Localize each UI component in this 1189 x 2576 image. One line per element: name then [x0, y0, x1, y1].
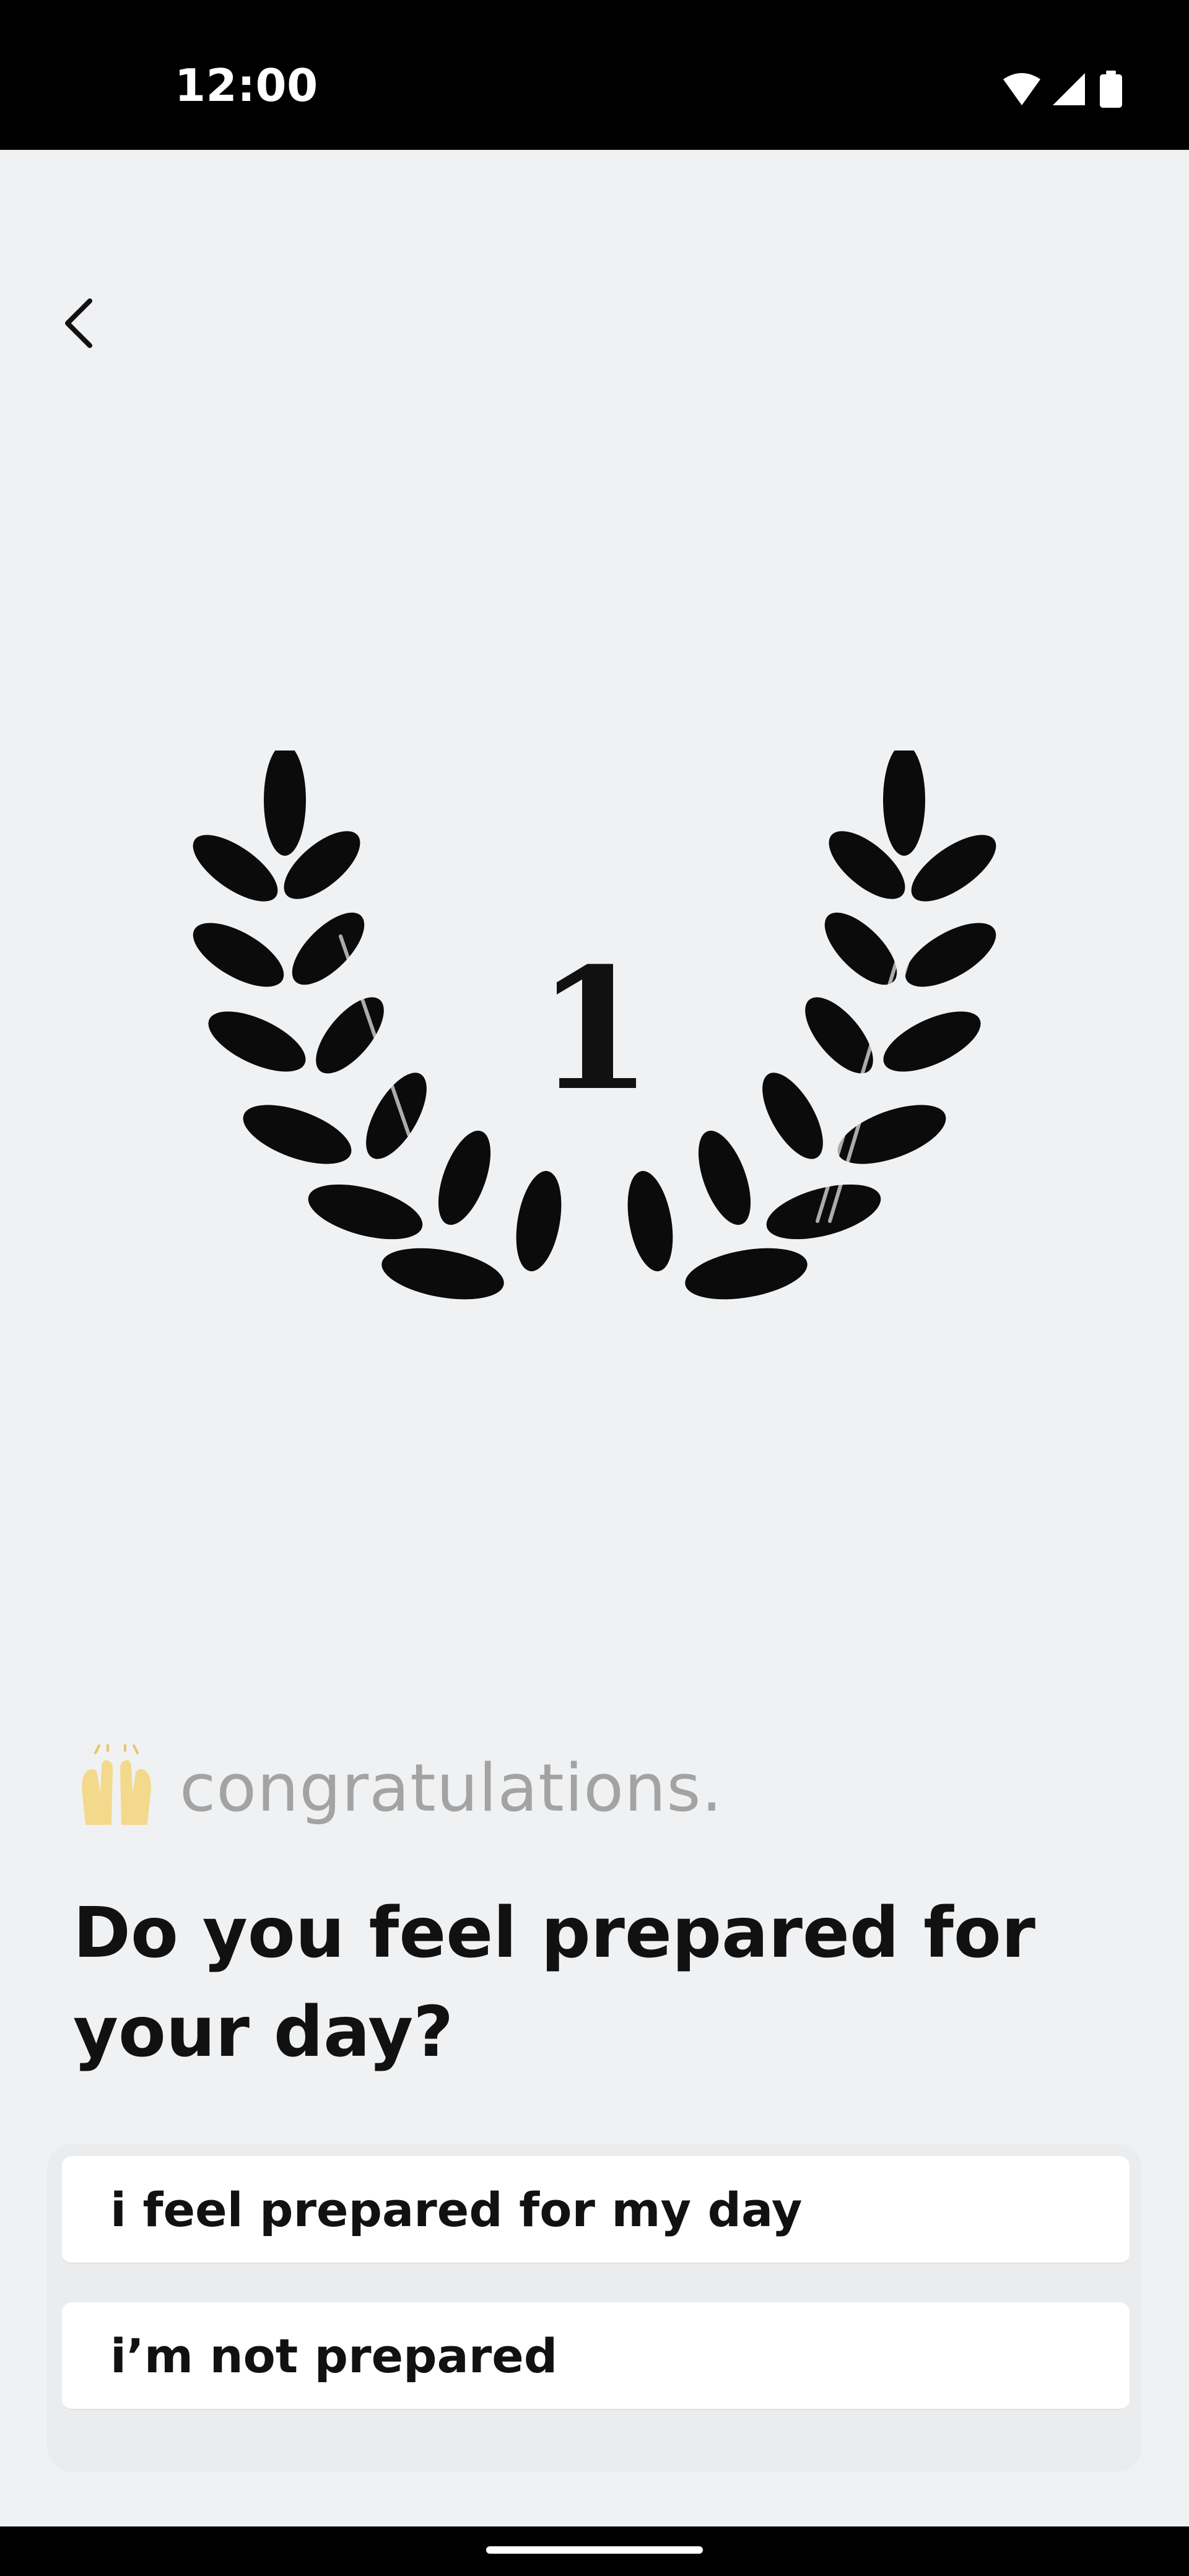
home-indicator[interactable] [486, 2546, 703, 2554]
congrats-row: congratulations. [73, 1741, 723, 1834]
back-button[interactable] [43, 286, 118, 360]
status-time: 12:00 [175, 59, 318, 111]
option-prepared-button[interactable]: i feel prepared for my day [62, 2156, 1130, 2264]
status-bar: 12:00 [0, 0, 1189, 150]
chevron-left-icon [65, 298, 92, 348]
congrats-text: congratulations. [180, 1749, 723, 1826]
app-screen: 12:00 1 congratulations. Do you feel pre… [0, 0, 1189, 2576]
battery-icon [1100, 71, 1122, 108]
cellular-signal-icon [1053, 73, 1085, 105]
wifi-icon [1003, 73, 1040, 105]
achievement-number: 1 [536, 931, 653, 1128]
question-text: Do you feel prepared for your day? [73, 1893, 1035, 2073]
raising-hands-emoji-icon [82, 1744, 151, 1825]
status-icons [1003, 71, 1122, 108]
option-not-prepared-button[interactable]: i’m not prepared [62, 2302, 1130, 2410]
system-navigation-bar [0, 2526, 1189, 2576]
